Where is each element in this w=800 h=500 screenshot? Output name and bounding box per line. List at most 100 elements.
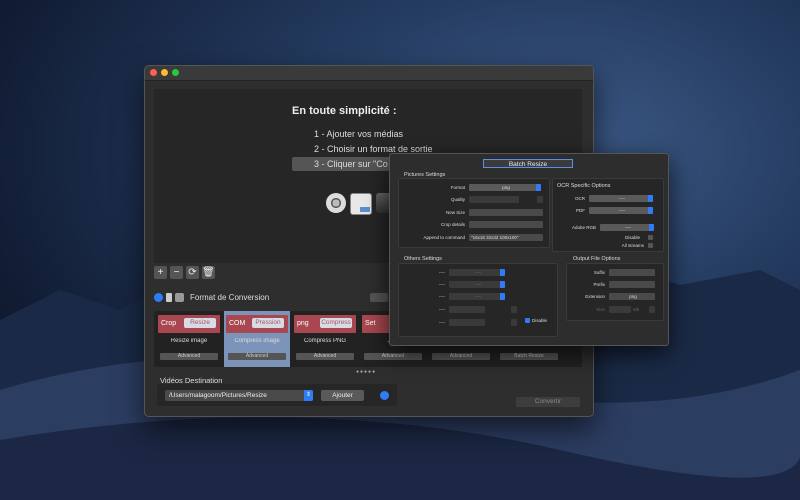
ocr-label: OCR <box>575 196 585 201</box>
refresh-icon[interactable]: ⟳ <box>186 266 199 279</box>
format-header: Format de Conversion <box>154 293 269 302</box>
title-bar <box>145 66 593 81</box>
new-size-input[interactable] <box>469 209 543 216</box>
suffix-label: Suffix <box>593 270 605 275</box>
card-name: Compress PNG <box>303 338 346 344</box>
film-reel-icon <box>326 193 346 213</box>
prefix-input[interactable] <box>609 281 655 288</box>
format-card[interactable]: png Compress Compress PNG Advanced <box>292 311 358 367</box>
extension-label: Extension <box>585 294 605 299</box>
pdf-select[interactable]: ---- <box>589 207 653 214</box>
instructions-title: En toute simplicité : <box>292 105 397 117</box>
thumb-sublabel: Pression <box>252 318 284 328</box>
ocr-options-heading: OCR Specific Options <box>557 183 611 189</box>
convert-button[interactable]: Convertir <box>516 397 580 407</box>
close-button[interactable] <box>150 69 157 76</box>
thumb-sublabel: Resize <box>184 318 216 328</box>
advanced-button[interactable]: Advanced <box>296 353 354 360</box>
format-card-selected[interactable]: COM Pression Compress image Advanced <box>224 311 290 367</box>
output-options-heading: Output File Options <box>573 256 621 262</box>
remove-media-button[interactable]: − <box>170 266 183 279</box>
quality-stepper[interactable] <box>537 196 543 203</box>
prefix-label: Prefix <box>593 282 605 287</box>
minimize-button[interactable] <box>161 69 168 76</box>
crop-details-input[interactable] <box>469 221 543 228</box>
others-row-label: ---- <box>439 307 445 312</box>
card-thumbnail: png Compress <box>294 315 356 333</box>
others-row-label: ---- <box>439 270 445 275</box>
info-icon[interactable] <box>154 293 163 302</box>
others-disable-checkbox[interactable] <box>525 318 530 323</box>
crop-details-label: Crop details <box>440 222 465 227</box>
others-select-2[interactable]: ---- <box>449 281 505 288</box>
pdf-label: PDF <box>576 208 585 213</box>
others-settings-group: ---- ---- ---- ---- ---- ---- ---- ---- … <box>398 263 558 337</box>
format-filter-button[interactable] <box>370 293 388 302</box>
folder-icon[interactable] <box>175 293 184 302</box>
quality-field-label: Quality <box>450 197 465 202</box>
others-input-2[interactable] <box>449 319 485 326</box>
others-stepper-2[interactable] <box>511 319 517 326</box>
append-command-input[interactable]: "16x16 32x32 100x100" <box>469 234 543 241</box>
others-disable-label: Disable <box>532 318 548 323</box>
others-select-1[interactable]: ---- <box>449 269 505 276</box>
file-icon[interactable] <box>166 293 172 302</box>
pictures-settings-group: Format png Quality New Size Crop details… <box>398 178 550 248</box>
chevron-updown-icon: ⇕ <box>304 390 313 401</box>
add-media-button[interactable]: + <box>154 266 167 279</box>
trash-icon[interactable]: 🗑 <box>202 266 215 279</box>
others-row-label: ---- <box>439 282 445 287</box>
document-icon <box>350 193 372 215</box>
advanced-button[interactable]: Advanced <box>228 353 286 360</box>
thumb-label: png <box>297 320 309 327</box>
destination-path-value: /Users/malagoom/Pictures/Resize <box>169 392 267 399</box>
ocr-disable-label: Disable <box>624 235 640 240</box>
thumb-label: Set <box>365 320 376 327</box>
thumb-sublabel: Compress <box>320 318 352 328</box>
others-input-1[interactable] <box>449 306 485 313</box>
adobe-rgb-select[interactable]: ---- <box>600 224 654 231</box>
add-destination-button[interactable]: Ajouter <box>321 390 364 401</box>
size-input[interactable] <box>609 306 631 313</box>
format-card[interactable]: Crop Resize Resize image Advanced <box>156 311 222 367</box>
thumb-label: COM <box>229 320 246 327</box>
destination-box: /Users/malagoom/Pictures/Resize ⇕ Ajoute… <box>157 384 397 406</box>
suffix-input[interactable] <box>609 269 655 276</box>
others-select-3[interactable]: ---- <box>449 293 505 300</box>
all-streams-label: All streams <box>621 243 644 248</box>
extension-input[interactable]: png <box>609 293 655 300</box>
card-name: Resize image <box>170 338 208 344</box>
ocr-disable-checkbox[interactable] <box>648 235 653 240</box>
zoom-button[interactable] <box>172 69 179 76</box>
batch-resize-panel: Batch Resize Pictures Settings Format pn… <box>389 153 669 346</box>
page-indicator[interactable]: ●●●●● <box>356 369 376 375</box>
advanced-button[interactable]: Advanced <box>160 353 218 360</box>
format-field-label: Format <box>450 185 465 190</box>
media-toolbar: + − ⟳ 🗑 <box>154 266 215 279</box>
others-row-label: ---- <box>439 294 445 299</box>
advanced-button[interactable]: Advanced <box>364 353 422 360</box>
size-stepper[interactable] <box>649 306 655 313</box>
destination-path-select[interactable]: /Users/malagoom/Pictures/Resize ⇕ <box>165 390 313 401</box>
ocr-options-group: OCR Specific Options OCR ---- PDF ---- <box>552 178 664 252</box>
format-select[interactable]: png <box>469 184 541 191</box>
adobe-rgb-label: Adobe RGB <box>571 225 596 230</box>
all-streams-checkbox[interactable] <box>648 243 653 248</box>
panel-title: Batch Resize <box>483 159 573 168</box>
others-stepper-1[interactable] <box>511 306 517 313</box>
others-row-label: ---- <box>439 320 445 325</box>
batch-resize-button[interactable]: Batch Resize <box>500 353 558 360</box>
ocr-select[interactable]: ---- <box>589 195 653 202</box>
thumb-label: Crop <box>161 320 177 327</box>
instruction-step-1: 1 - Ajouter vos médias <box>314 129 404 139</box>
card-thumbnail: COM Pression <box>226 315 288 333</box>
new-size-label: New Size <box>445 210 465 215</box>
card-name: Compress image <box>234 338 280 344</box>
info-icon[interactable] <box>380 391 389 400</box>
format-label: Format de Conversion <box>190 293 270 302</box>
size-label: Size <box>596 307 605 312</box>
quality-input[interactable] <box>469 196 519 203</box>
size-unit-label: Mb <box>633 307 640 312</box>
others-settings-heading: Others Settings <box>404 256 442 262</box>
advanced-button[interactable]: Advanced <box>432 353 490 360</box>
